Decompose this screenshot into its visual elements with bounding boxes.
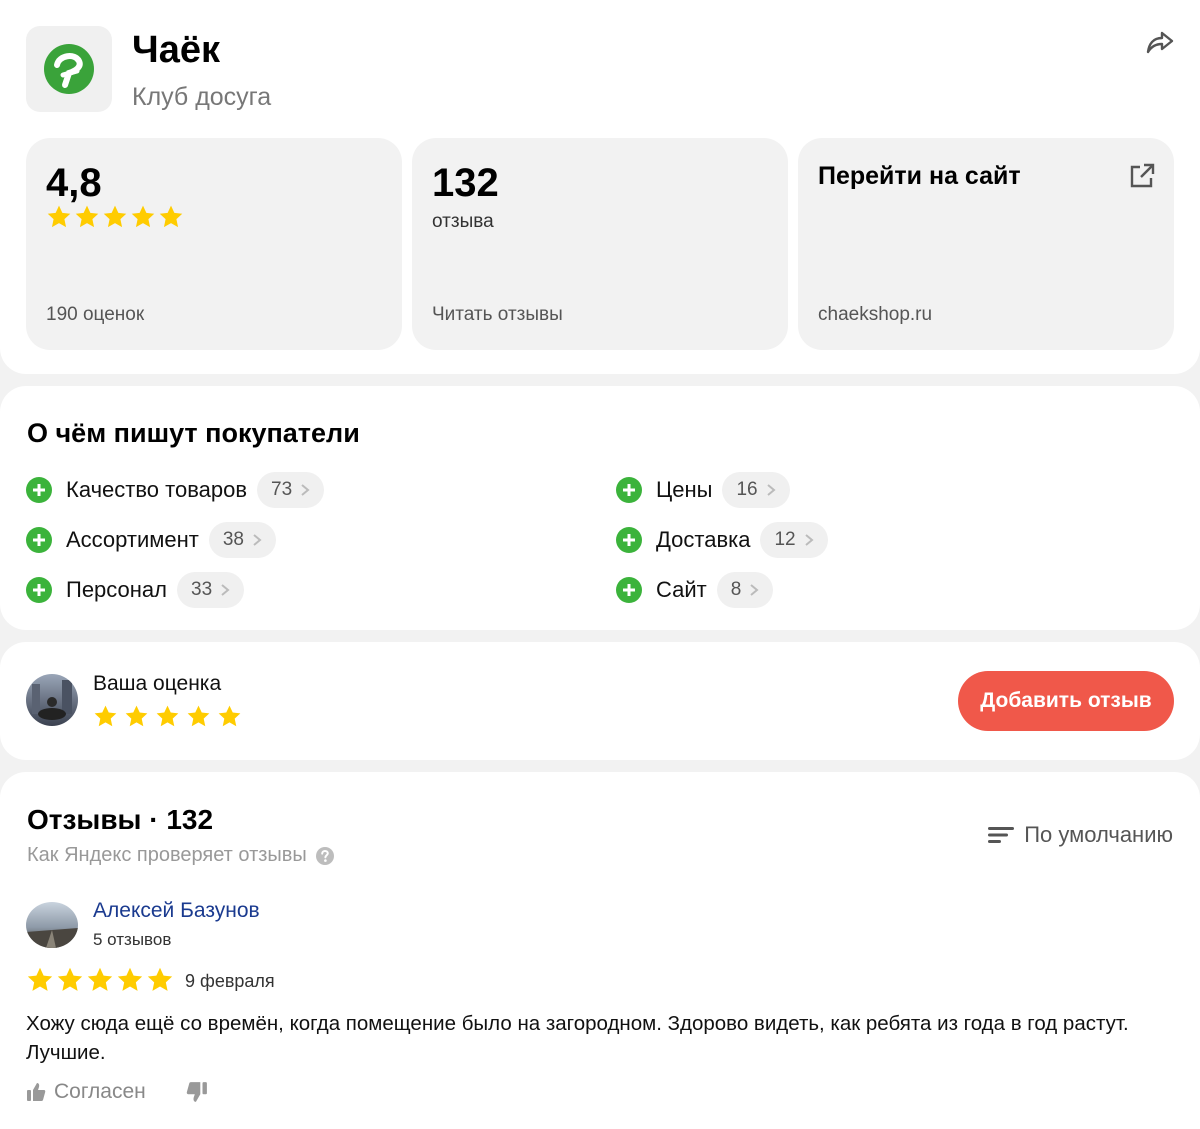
agree-button[interactable]: Согласен: [26, 1080, 146, 1104]
thumbs-down-icon: [186, 1082, 207, 1102]
star-icon: [218, 705, 241, 727]
rating-stars: [46, 204, 184, 230]
reviewer-avatar[interactable]: [26, 902, 78, 948]
chevron-right-icon: [804, 534, 814, 546]
topic-label: Сайт: [656, 577, 707, 602]
reviews-count: 132: [432, 161, 499, 205]
plus-icon: [26, 527, 52, 553]
topics-title: О чём пишут покупатели: [27, 418, 360, 448]
topic-count: 12: [774, 529, 796, 550]
star-icon: [27, 967, 53, 991]
reviews-count-label: отзыва: [432, 211, 494, 232]
reviews-title: Отзывы · 132: [27, 804, 214, 835]
disagree-button[interactable]: [186, 1080, 208, 1109]
plus-icon: [26, 477, 52, 503]
topic-count: 33: [191, 579, 213, 600]
star-icon: [131, 205, 155, 228]
logo: [26, 26, 112, 112]
add-review-button[interactable]: Добавить отзыв: [958, 671, 1174, 731]
sort-icon: [988, 827, 1015, 843]
chevron-right-icon: [766, 484, 776, 496]
review-date: 9 февраля: [185, 971, 275, 991]
topic-count: 16: [736, 479, 758, 500]
sort-label: По умолчанию: [1024, 822, 1173, 847]
external-link-icon: [1130, 163, 1155, 188]
chevron-right-icon: [750, 584, 759, 596]
star-icon: [187, 705, 210, 727]
topic-count: 73: [271, 479, 293, 500]
share-button[interactable]: [1144, 26, 1176, 58]
agree-label: Согласен: [54, 1080, 146, 1103]
topic-item[interactable]: Качество товаров 73: [26, 472, 325, 508]
topic-label: Персонал: [66, 577, 167, 602]
plus-icon: [616, 577, 642, 603]
topic-item[interactable]: Доставка 12: [616, 522, 828, 558]
topic-count-chip[interactable]: 8: [716, 572, 774, 608]
topic-count-chip[interactable]: 73: [257, 472, 325, 508]
topic-count: 8: [730, 579, 742, 600]
read-reviews-link[interactable]: Читать отзывы: [432, 304, 563, 326]
topic-count-chip[interactable]: 33: [177, 572, 245, 608]
organization-card: Чаёк Клуб досуга 4,8 190 оценок 132 отзы…: [0, 0, 1200, 374]
star-icon: [87, 967, 113, 991]
star-icon: [57, 967, 83, 991]
reviewer-name[interactable]: Алексей Базунов: [93, 899, 260, 923]
star-icon: [94, 705, 117, 727]
rating-value: 4,8: [46, 161, 102, 205]
ratings-count: 190 оценок: [46, 304, 145, 325]
user-avatar: [26, 674, 78, 726]
plus-icon: [26, 577, 52, 603]
go-to-site-label: Перейти на сайт: [818, 162, 1021, 190]
question-icon: [315, 846, 334, 865]
star-icon: [47, 205, 71, 228]
star-icon: [147, 967, 173, 991]
topic-label: Качество товаров: [66, 477, 248, 502]
plus-icon: [616, 527, 642, 553]
topic-item[interactable]: Ассортимент 38: [26, 522, 276, 558]
plus-icon: [616, 477, 642, 503]
how-yandex-checks-link[interactable]: Как Яндекс проверяет отзывы: [27, 844, 335, 867]
topic-count: 38: [222, 529, 244, 550]
your-rating-label: Ваша оценка: [93, 672, 222, 695]
review-text: Хожу сюда ещё со времён, когда помещение…: [26, 1012, 1129, 1064]
topic-label: Ассортимент: [66, 527, 199, 552]
topic-item[interactable]: Сайт 8: [616, 572, 774, 608]
topics-card: О чём пишут покупатели Качество товаров …: [0, 386, 1200, 630]
how-yandex-checks-label: Как Яндекс проверяет отзывы: [27, 844, 307, 866]
your-rating-card: Ваша оценка Добавить отзыв: [0, 642, 1200, 760]
organization-category: Клуб досуга: [132, 83, 272, 111]
rating-tile[interactable]: 4,8 190 оценок: [26, 138, 402, 350]
star-icon: [125, 705, 148, 727]
star-icon: [75, 205, 99, 228]
topic-count-chip[interactable]: 12: [760, 522, 828, 558]
share-icon: [1146, 31, 1174, 54]
thumbs-up-icon: [27, 1083, 46, 1101]
review-rating-stars: [26, 966, 174, 994]
website-tile[interactable]: Перейти на сайт chaekshop.ru: [798, 138, 1174, 350]
reviews-tile[interactable]: 132 отзыва Читать отзывы: [412, 138, 788, 350]
chevron-right-icon: [301, 484, 310, 496]
star-icon: [159, 205, 183, 228]
topic-count-chip[interactable]: 38: [208, 522, 276, 558]
star-icon: [156, 705, 179, 727]
sort-button[interactable]: По умолчанию: [988, 822, 1173, 848]
organization-name: Чаёк: [132, 29, 220, 71]
website-url[interactable]: chaekshop.ru: [818, 304, 932, 326]
topic-item[interactable]: Персонал 33: [26, 572, 245, 608]
reviewer-review-count: 5 отзывов: [93, 930, 172, 949]
chaek-logo-icon: [44, 44, 94, 94]
chevron-right-icon: [253, 534, 262, 546]
reviews-card: Отзывы · 132 Как Яндекс проверяет отзывы…: [0, 772, 1200, 1129]
topic-label: Доставка: [656, 527, 751, 552]
topic-count-chip[interactable]: 16: [722, 472, 790, 508]
your-rating-stars[interactable]: [93, 704, 242, 729]
star-icon: [103, 205, 127, 228]
star-icon: [117, 967, 143, 991]
topic-label: Цены: [656, 477, 713, 502]
chevron-right-icon: [221, 584, 230, 596]
topic-item[interactable]: Цены 16: [616, 472, 790, 508]
